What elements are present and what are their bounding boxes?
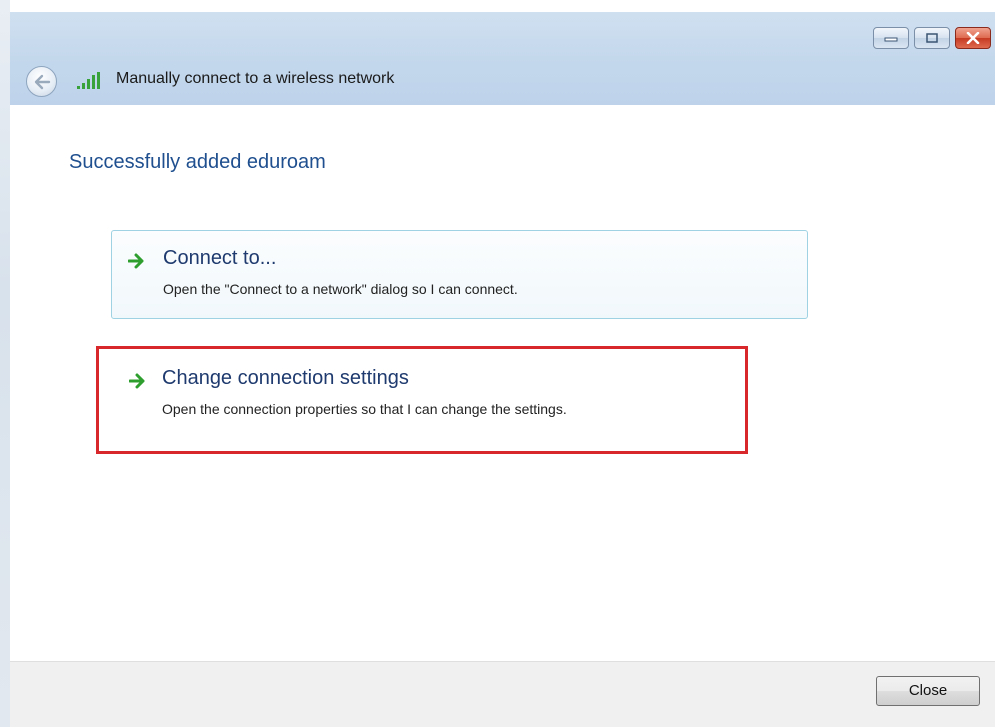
maximize-icon [926,33,938,43]
title-bar: Manually connect to a wireless network [10,12,995,105]
caption-buttons [873,27,991,51]
close-window-button[interactable] [955,27,991,49]
window-title: Manually connect to a wireless network [116,70,395,87]
minimize-icon [884,37,898,42]
minimize-button[interactable] [873,27,909,49]
close-icon [966,32,980,44]
option-title: Connect to... [163,247,277,269]
page-heading: Successfully added eduroam [69,151,326,173]
content-area: Successfully added eduroam Connect to...… [10,105,995,661]
left-edge-strip [0,0,10,727]
back-button[interactable] [26,66,57,97]
green-arrow-icon [129,373,145,389]
connect-to-option[interactable]: Connect to... Open the "Connect to a net… [111,230,808,319]
option-title: Change connection settings [162,367,409,389]
option-description: Open the connection properties so that I… [162,401,567,417]
green-arrow-icon [128,253,144,269]
back-arrow-icon [34,74,50,89]
maximize-button[interactable] [914,27,950,49]
wireless-signal-icon [77,72,100,89]
change-connection-settings-option[interactable]: Change connection settings Open the conn… [96,346,748,454]
footer-bar: Close [10,661,995,727]
close-button[interactable]: Close [876,676,980,706]
wizard-window: Manually connect to a wireless network S… [10,12,995,727]
option-description: Open the "Connect to a network" dialog s… [163,281,518,297]
